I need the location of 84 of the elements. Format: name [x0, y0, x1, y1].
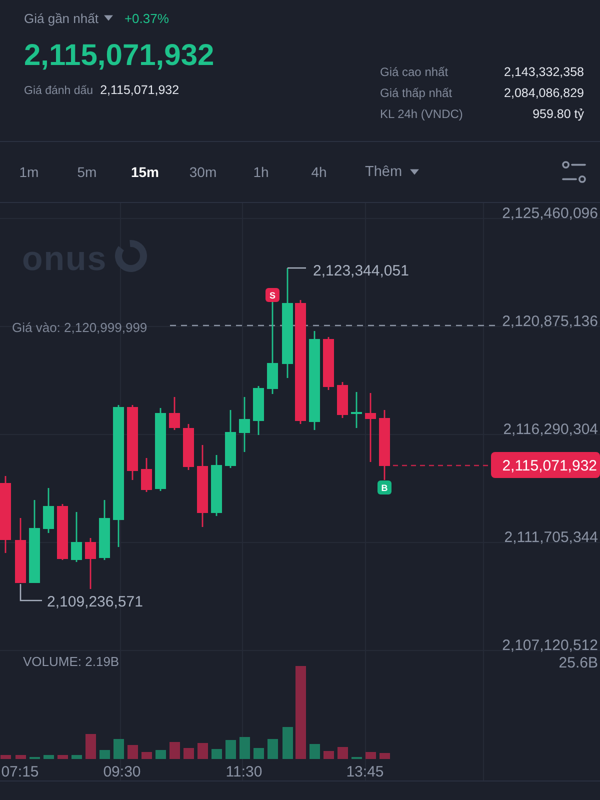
candlestick	[99, 500, 110, 560]
candlestick	[379, 410, 390, 480]
interval-tab[interactable]: 1h	[232, 164, 290, 180]
stat-label: KL 24h (VNDC)	[380, 106, 464, 120]
caret-icon	[104, 15, 114, 21]
stat-value: 2,143,332,358	[504, 64, 584, 78]
price-type-dropdown[interactable]: Giá gần nhất	[24, 10, 114, 26]
price-axis-label: 2,120,875,136	[502, 313, 598, 330]
volume-axis-label: 25.6B	[558, 654, 598, 672]
interval-tab[interactable]: 1m	[0, 164, 58, 180]
volume-bar	[310, 744, 320, 759]
volume-label: VOLUME: 2.19B	[23, 654, 120, 669]
volume-bar	[142, 752, 152, 759]
leader-line	[288, 267, 306, 269]
candlestick	[141, 458, 152, 492]
volume-bar	[226, 740, 236, 759]
candlestick	[57, 504, 68, 560]
volume-bar	[198, 743, 208, 759]
volume-bar	[366, 752, 376, 759]
price-axis-label: 2,107,120,512	[502, 637, 598, 654]
volume-bar	[240, 737, 250, 759]
candlestick	[183, 424, 194, 470]
more-intervals-dropdown[interactable]: Thêm	[365, 164, 420, 180]
volume-bar	[170, 742, 180, 759]
logo-ring-icon	[115, 240, 147, 272]
candlestick	[323, 337, 334, 390]
candlestick	[365, 393, 376, 462]
price-axis-label: 2,111,705,344	[504, 529, 598, 546]
volume-bar	[254, 748, 264, 759]
candlestick	[169, 397, 180, 430]
price-change: +0.37%	[124, 10, 169, 26]
volume-bar	[338, 747, 348, 759]
volume-bar	[324, 751, 334, 759]
volume-bar	[58, 755, 68, 759]
interval-tab[interactable]: 4h	[290, 164, 348, 180]
volume-bar	[114, 739, 124, 759]
settings-icon[interactable]	[562, 161, 586, 183]
interval-tab[interactable]: 30m	[174, 164, 232, 180]
volume-bar	[128, 745, 138, 759]
volume-bar	[156, 750, 166, 759]
interval-tab[interactable]: 5m	[58, 164, 116, 180]
candlestick	[211, 455, 222, 516]
candlestick	[15, 518, 26, 583]
volume-bar	[0, 755, 11, 759]
time-axis-label: 07:15	[1, 764, 39, 780]
price-axis-label: 2,125,460,096	[502, 205, 598, 222]
current-price-tag: 2,115,071,932	[491, 452, 600, 478]
volume-bar	[16, 755, 26, 759]
time-axis-label: 11:30	[226, 764, 262, 780]
volume-bar	[212, 749, 222, 759]
leader-line	[20, 584, 42, 602]
volume-bar	[268, 739, 278, 759]
stat-value: 2,084,086,829	[504, 86, 584, 100]
candlestick	[225, 410, 236, 468]
volume-bar	[86, 734, 96, 759]
volume-bar	[282, 727, 293, 759]
stat-label: Giá cao nhất	[380, 64, 450, 78]
candlestick	[337, 382, 348, 418]
high-price-label: 2,123,344,051	[313, 262, 409, 280]
mark-price-label: Giá đánh dấu	[24, 84, 94, 99]
candlestick	[71, 512, 82, 562]
buy-marker: B	[378, 480, 392, 494]
candlestick	[43, 488, 54, 533]
interval-tab[interactable]: 15m	[116, 164, 174, 180]
candlestick	[239, 397, 250, 452]
volume-bar	[184, 748, 194, 759]
time-axis-label: 09:30	[103, 764, 141, 780]
volume-bar	[100, 750, 110, 759]
price-axis-label: 2,116,290,304	[503, 421, 598, 438]
stat-value: 959.80 tỷ	[532, 106, 584, 120]
volume-bar	[44, 755, 54, 759]
last-price: 2,115,071,932	[24, 38, 214, 74]
candlestick	[351, 392, 362, 428]
volume-bar	[380, 753, 390, 759]
stat-label: Giá thấp nhất	[380, 86, 454, 100]
entry-price-label: Giá vào: 2,120,999,999	[12, 320, 148, 335]
low-price-label: 2,109,236,571	[47, 594, 143, 610]
mark-price-value: 2,115,071,932	[100, 82, 180, 99]
candlestick	[85, 538, 96, 589]
time-axis-label: 13:45	[346, 764, 384, 780]
candlestick	[253, 386, 264, 435]
sell-marker: S	[266, 288, 280, 302]
caret-icon	[410, 169, 420, 175]
volume-bar	[72, 755, 82, 759]
